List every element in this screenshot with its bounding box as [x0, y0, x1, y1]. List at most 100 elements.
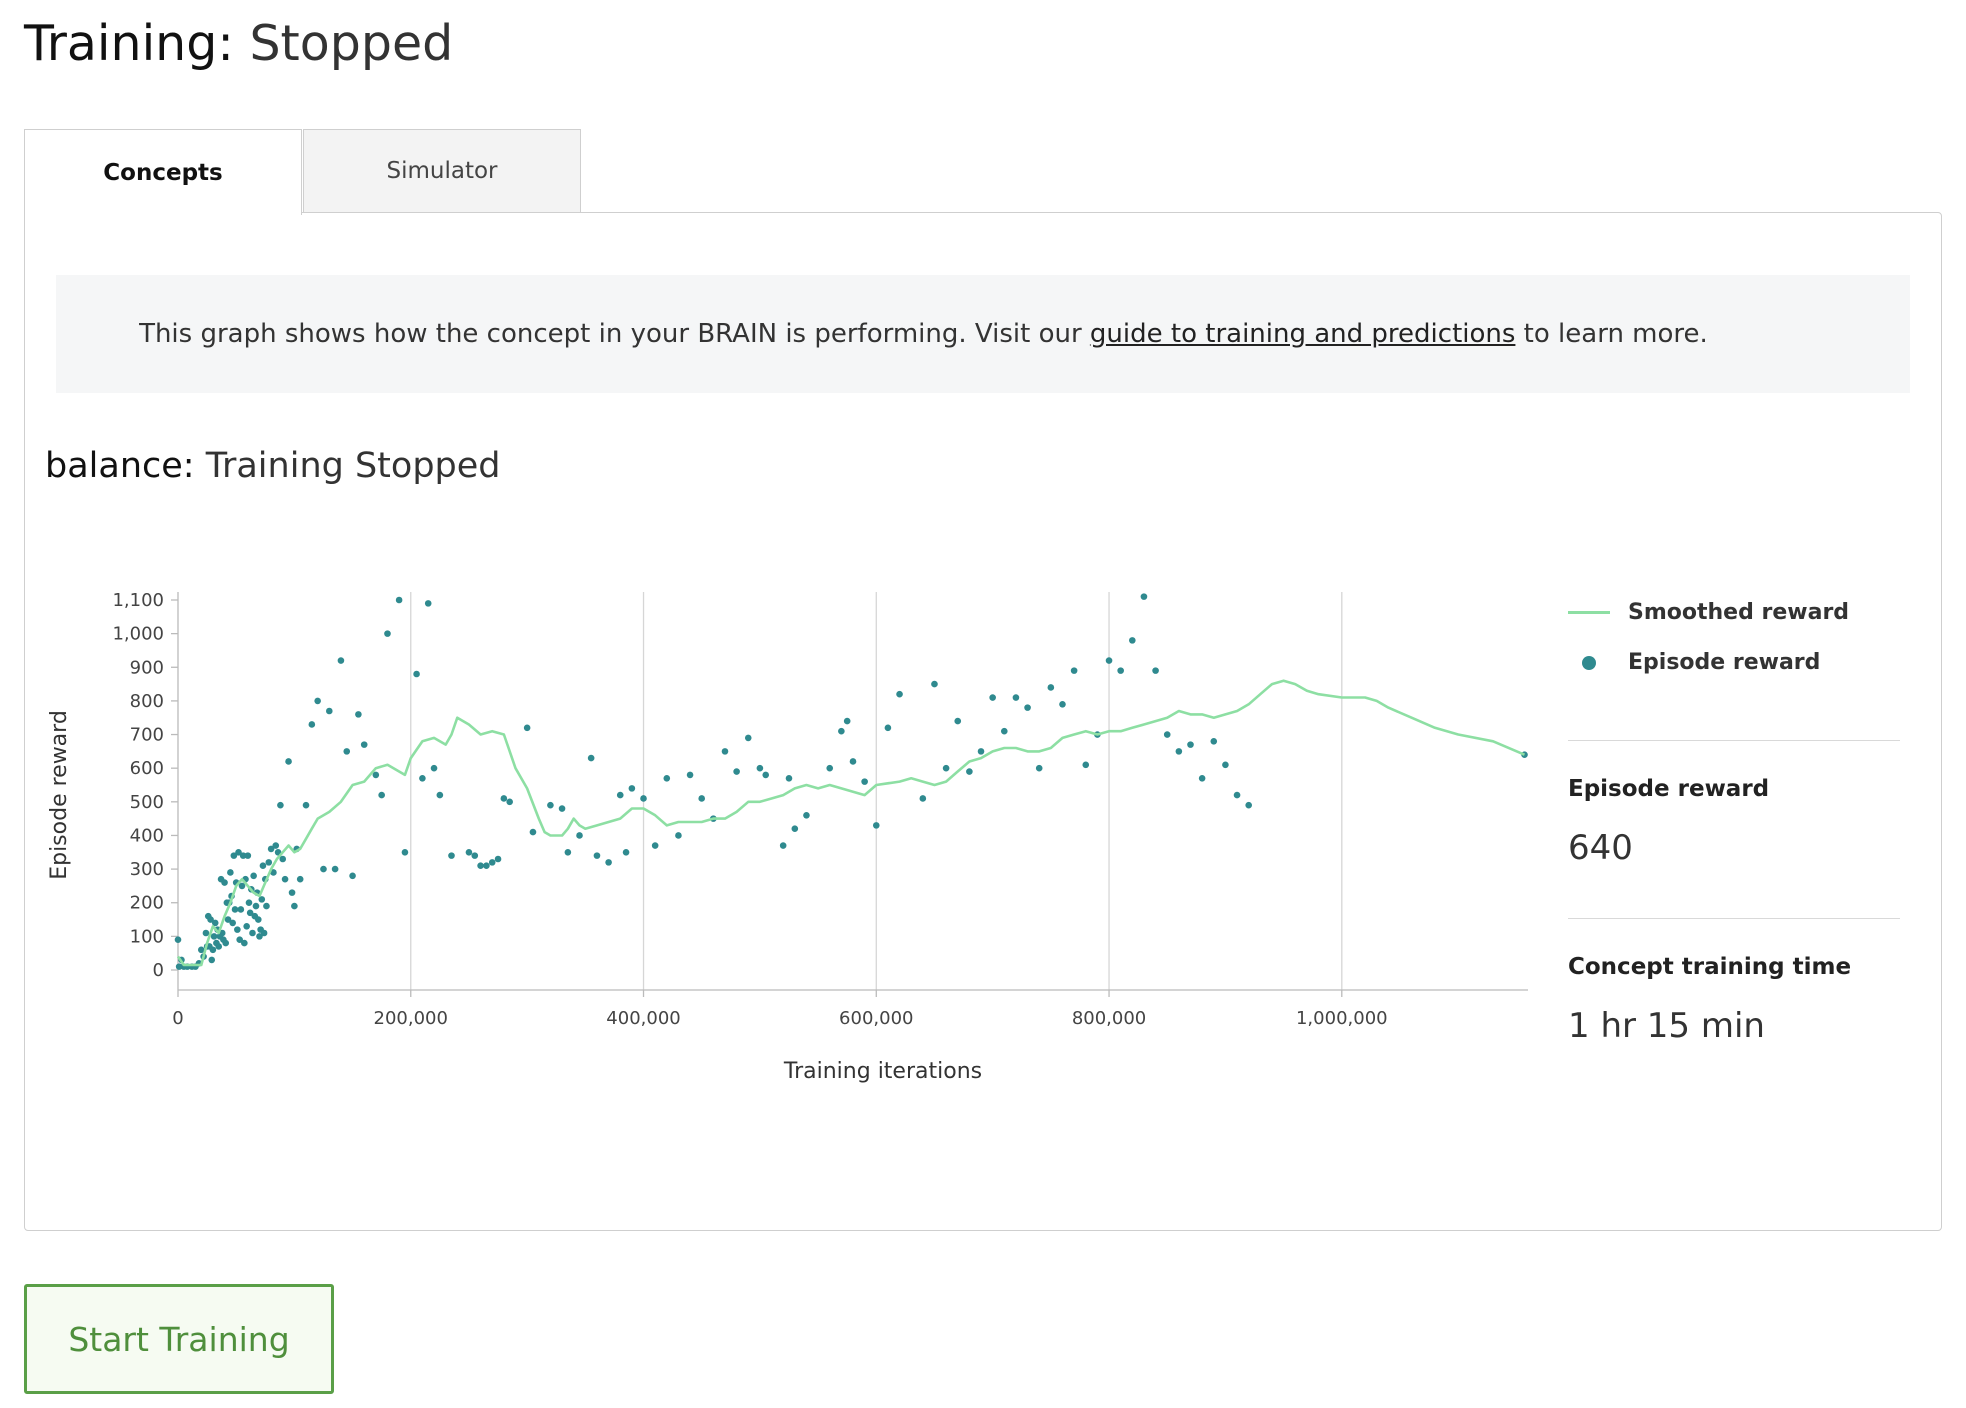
y-tick-label: 100 — [130, 926, 164, 947]
episode-reward-point — [281, 875, 289, 883]
episode-reward-point — [931, 680, 938, 688]
episode-reward-point — [826, 764, 834, 772]
x-axis-label: Training iterations — [783, 1059, 982, 1084]
episode-reward-point — [523, 724, 531, 732]
episode-reward-value: 640 — [1568, 828, 1633, 868]
episode-reward-point — [785, 774, 793, 782]
training-status: Stopped — [249, 15, 454, 72]
episode-reward-point — [349, 872, 356, 880]
episode-reward-point — [1233, 791, 1241, 799]
episode-reward-point — [500, 795, 508, 802]
episode-reward-point — [838, 727, 845, 735]
episode-reward-point — [378, 791, 385, 799]
episode-reward-point — [448, 852, 455, 859]
episode-reward-point — [686, 771, 694, 779]
episode-reward-point — [221, 879, 228, 886]
episode-reward-point — [413, 670, 420, 678]
info-banner: This graph shows how the concept in your… — [56, 275, 1910, 393]
episode-reward-point — [355, 711, 362, 718]
episode-reward-point — [1245, 801, 1252, 809]
episode-reward-point — [265, 859, 273, 866]
x-tick-label: 1,000,000 — [1296, 1008, 1388, 1029]
episode-reward-point — [288, 889, 296, 896]
episode-reward-point — [252, 902, 260, 910]
episode-reward-point — [1187, 741, 1194, 748]
x-tick-label: 800,000 — [1072, 1008, 1146, 1029]
episode-reward-point — [343, 748, 351, 755]
stats-divider-2 — [1568, 918, 1900, 919]
episode-reward-point — [529, 828, 537, 836]
start-training-button[interactable]: Start Training — [24, 1284, 334, 1394]
episode-reward-point — [215, 943, 223, 950]
episode-reward-point — [174, 936, 182, 944]
concept-name: balance: — [45, 446, 195, 486]
y-tick-label: 0 — [153, 960, 164, 981]
episode-reward-point — [285, 758, 292, 765]
episode-reward-point — [1152, 667, 1159, 674]
tab-simulator[interactable]: Simulator — [303, 129, 581, 213]
episode-reward-label: Episode reward — [1568, 776, 1770, 802]
y-tick-label: 300 — [130, 859, 164, 880]
info-text-after: to learn more. — [1515, 319, 1708, 349]
episode-reward-point — [229, 919, 236, 927]
episode-reward-point — [843, 717, 851, 725]
episode-reward-point — [255, 916, 262, 923]
episode-reward-point — [325, 707, 333, 715]
episode-reward-point — [483, 862, 490, 870]
episode-reward-point — [506, 798, 513, 806]
episode-reward-point — [401, 848, 409, 856]
episode-reward-point — [241, 939, 248, 947]
episode-reward-point — [1175, 748, 1183, 755]
episode-reward-point — [849, 758, 857, 765]
legend-episode-label: Episode reward — [1628, 650, 1821, 675]
episode-reward-point — [1035, 764, 1043, 772]
episode-reward-point — [989, 694, 996, 701]
training-time-value: 1 hr 15 min — [1568, 1006, 1765, 1046]
episode-reward-point — [1222, 761, 1229, 769]
episode-reward-point — [1047, 684, 1055, 691]
episode-reward-point — [558, 805, 566, 812]
y-tick-label: 900 — [130, 657, 164, 678]
tab-concepts[interactable]: Concepts — [24, 129, 302, 215]
y-tick-label: 200 — [130, 893, 164, 914]
episode-reward-point — [208, 956, 216, 964]
training-time-label: Concept training time — [1568, 954, 1852, 980]
x-tick-label: 400,000 — [606, 1008, 680, 1029]
episode-reward-point — [272, 842, 280, 849]
y-axis-label: Episode reward — [47, 710, 72, 880]
episode-reward-point — [942, 764, 950, 772]
episode-reward-point — [744, 734, 752, 742]
guide-link[interactable]: guide to training and predictions — [1090, 319, 1516, 349]
episode-reward-point — [564, 848, 572, 856]
episode-reward-point — [237, 906, 245, 913]
episode-reward-point — [231, 906, 239, 913]
episode-reward-point — [803, 811, 810, 819]
episode-reward-point — [872, 822, 880, 829]
episode-reward-point — [395, 596, 403, 604]
episode-reward-point — [576, 832, 583, 839]
y-tick-label: 400 — [130, 825, 164, 846]
episode-reward-point — [622, 848, 630, 856]
episode-reward-point — [1198, 774, 1206, 782]
episode-reward-point — [884, 724, 892, 732]
episode-reward-point — [1082, 761, 1090, 769]
y-tick-label: 1,000 — [112, 624, 164, 645]
episode-reward-point — [1012, 694, 1020, 701]
episode-reward-point — [488, 859, 496, 866]
episode-reward-point — [698, 795, 706, 802]
episode-reward-point — [331, 865, 339, 873]
episode-reward-point — [977, 748, 985, 755]
episode-reward-point — [1140, 593, 1148, 600]
episode-reward-point — [675, 832, 682, 839]
episode-reward-point — [640, 795, 647, 802]
page-title: Training: Stopped — [24, 12, 453, 76]
episode-reward-point — [651, 842, 659, 849]
episode-reward-point — [966, 768, 973, 775]
episode-reward-point — [244, 852, 252, 859]
episode-reward-point — [209, 946, 217, 954]
episode-dot-swatch — [1582, 655, 1596, 670]
episode-reward-point — [616, 791, 624, 799]
x-tick-label: 200,000 — [374, 1008, 448, 1029]
episode-reward-point — [249, 929, 256, 937]
episode-reward-point — [465, 848, 473, 856]
